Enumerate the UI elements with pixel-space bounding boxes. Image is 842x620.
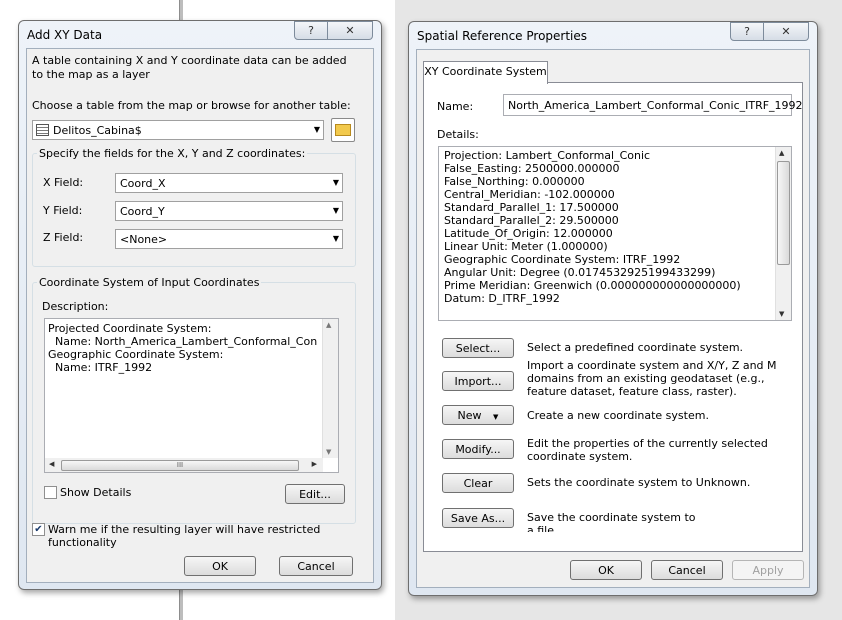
edit-button[interactable]: Edit... xyxy=(285,484,345,504)
save-as-description-text: Save the coordinate system to a file. xyxy=(527,511,696,532)
fields-group-label: Specify the fields for the X, Y and Z co… xyxy=(37,147,308,160)
z-field-label: Z Field: xyxy=(43,231,84,244)
import-button[interactable]: Import... xyxy=(442,371,514,391)
select-description: Select a predefined coordinate system. xyxy=(527,341,744,354)
scroll-right-icon[interactable]: ▶ xyxy=(312,460,317,468)
details-line: Angular Unit: Degree (0.0174532925199433… xyxy=(444,266,716,279)
show-details-checkbox[interactable] xyxy=(44,486,57,499)
spatial-reference-dialog: Spatial Reference Properties ? ✕ XY Coor… xyxy=(408,21,818,596)
table-combo[interactable]: Delitos_Cabina$ ▼ xyxy=(32,120,324,140)
name-label: Name: xyxy=(437,100,474,113)
horizontal-scroll-thumb[interactable]: III xyxy=(61,460,299,471)
scroll-down-icon[interactable]: ▼ xyxy=(326,448,331,456)
ok-button[interactable]: OK xyxy=(184,556,256,576)
description-text: Projected Coordinate System: Name: North… xyxy=(48,322,318,374)
intro-text: A table containing X and Y coordinate da… xyxy=(32,54,347,81)
details-line: Latitude_Of_Origin: 12.000000 xyxy=(444,227,613,240)
description-line: Geographic Coordinate System: xyxy=(48,348,224,361)
details-line: Prime Meridian: Greenwich (0.00000000000… xyxy=(444,279,741,292)
help-button[interactable]: ? xyxy=(294,21,328,40)
folder-icon xyxy=(335,124,351,136)
name-field-value: North_America_Lambert_Conformal_Conic_IT… xyxy=(508,99,803,112)
chevron-down-icon: ▼ xyxy=(332,178,339,187)
import-description: Import a coordinate system and X/Y, Z an… xyxy=(527,359,777,398)
description-line: Name: ITRF_1992 xyxy=(48,361,153,374)
select-button[interactable]: Select... xyxy=(442,338,514,358)
srp-client: XY Coordinate System Name: North_America… xyxy=(416,49,810,588)
y-field-combo[interactable]: Coord_Y ▼ xyxy=(115,201,343,221)
browse-folder-button[interactable] xyxy=(331,118,355,142)
ok-button[interactable]: OK xyxy=(570,560,642,580)
scroll-down-icon[interactable]: ▼ xyxy=(779,310,784,318)
save-as-button[interactable]: Save As... xyxy=(442,508,514,528)
table-combo-value: Delitos_Cabina$ xyxy=(53,124,142,137)
details-line: Standard_Parallel_2: 29.500000 xyxy=(444,214,619,227)
apply-button[interactable]: Apply xyxy=(732,560,804,580)
details-line: False_Easting: 2500000.000000 xyxy=(444,162,620,175)
details-text: Projection: Lambert_Conformal_Conic Fals… xyxy=(444,149,774,319)
details-label: Details: xyxy=(437,128,479,141)
dropdown-arrow-icon: ▼ xyxy=(493,413,499,421)
srp-titlebar[interactable]: Spatial Reference Properties ? ✕ xyxy=(409,22,817,48)
details-line: Linear Unit: Meter (1.000000) xyxy=(444,240,608,253)
table-icon xyxy=(36,124,49,136)
warn-checkbox[interactable]: ✔ xyxy=(32,523,45,536)
chevron-down-icon: ▼ xyxy=(313,125,320,134)
details-line: Geographic Coordinate System: ITRF_1992 xyxy=(444,253,681,266)
cancel-button[interactable]: Cancel xyxy=(651,560,723,580)
srp-title: Spatial Reference Properties xyxy=(417,29,588,43)
add-xy-client: A table containing X and Y coordinate da… xyxy=(26,48,374,583)
save-as-description: Save the coordinate system to a file. xyxy=(527,511,702,532)
coordinate-system-group-label: Coordinate System of Input Coordinates xyxy=(37,276,262,289)
z-field-value: <None> xyxy=(120,233,168,246)
x-field-label: X Field: xyxy=(43,176,84,189)
choose-table-label: Choose a table from the map or browse fo… xyxy=(32,99,351,112)
x-field-value: Coord_X xyxy=(120,177,166,190)
help-button[interactable]: ? xyxy=(730,22,764,41)
z-field-combo[interactable]: <None> ▼ xyxy=(115,229,343,249)
tab-label: XY Coordinate System xyxy=(424,65,547,78)
name-field[interactable]: North_America_Lambert_Conformal_Conic_IT… xyxy=(503,94,803,116)
modify-description: Edit the properties of the currently sel… xyxy=(527,437,768,463)
description-vertical-scrollbar[interactable]: ▲ ▼ xyxy=(322,319,338,458)
details-line: False_Northing: 0.000000 xyxy=(444,175,585,188)
description-label: Description: xyxy=(42,300,109,313)
show-details-label: Show Details xyxy=(60,486,132,499)
clear-button[interactable]: Clear xyxy=(442,473,514,493)
cancel-button[interactable]: Cancel xyxy=(279,556,353,576)
description-line: Name: North_America_Lambert_Conformal_Co… xyxy=(54,335,318,348)
modify-button[interactable]: Modify... xyxy=(442,439,514,459)
new-button[interactable]: New ▼ xyxy=(442,405,514,425)
y-field-label: Y Field: xyxy=(43,204,83,217)
new-description: Create a new coordinate system. xyxy=(527,409,709,422)
chevron-down-icon: ▼ xyxy=(332,206,339,215)
add-xy-titlebar[interactable]: Add XY Data ? ✕ xyxy=(19,21,381,47)
y-field-value: Coord_Y xyxy=(120,205,165,218)
warn-label: Warn me if the resulting layer will have… xyxy=(48,523,321,549)
close-button[interactable]: ✕ xyxy=(328,21,373,40)
details-vertical-scrollbar[interactable]: ▲ ▼ xyxy=(775,147,791,320)
new-button-label: New xyxy=(457,409,482,422)
close-button[interactable]: ✕ xyxy=(764,22,809,41)
description-box[interactable]: Projected Coordinate System: Name: North… xyxy=(44,318,339,473)
details-scroll-thumb[interactable] xyxy=(777,161,790,265)
scroll-up-icon[interactable]: ▲ xyxy=(326,321,331,329)
details-line: Projection: Lambert_Conformal_Conic xyxy=(444,149,651,162)
add-xy-data-dialog: Add XY Data ? ✕ A table containing X and… xyxy=(18,20,382,590)
clear-description: Sets the coordinate system to Unknown. xyxy=(527,476,751,489)
tab-xy-coordinate-system[interactable]: XY Coordinate System xyxy=(423,61,548,84)
description-line: Projected Coordinate System: xyxy=(48,322,212,335)
details-line: Standard_Parallel_1: 17.500000 xyxy=(444,201,619,214)
add-xy-title: Add XY Data xyxy=(27,28,103,42)
scroll-left-icon[interactable]: ◀ xyxy=(49,460,54,468)
chevron-down-icon: ▼ xyxy=(332,234,339,243)
details-box[interactable]: Projection: Lambert_Conformal_Conic Fals… xyxy=(438,146,792,321)
scroll-up-icon[interactable]: ▲ xyxy=(779,149,784,157)
scroll-thumb-grip: III xyxy=(176,461,184,469)
x-field-combo[interactable]: Coord_X ▼ xyxy=(115,173,343,193)
details-line: Central_Meridian: -102.000000 xyxy=(444,188,615,201)
details-line: Datum: D_ITRF_1992 xyxy=(444,292,560,305)
description-horizontal-scrollbar[interactable]: ◀ III ▶ xyxy=(45,458,323,472)
